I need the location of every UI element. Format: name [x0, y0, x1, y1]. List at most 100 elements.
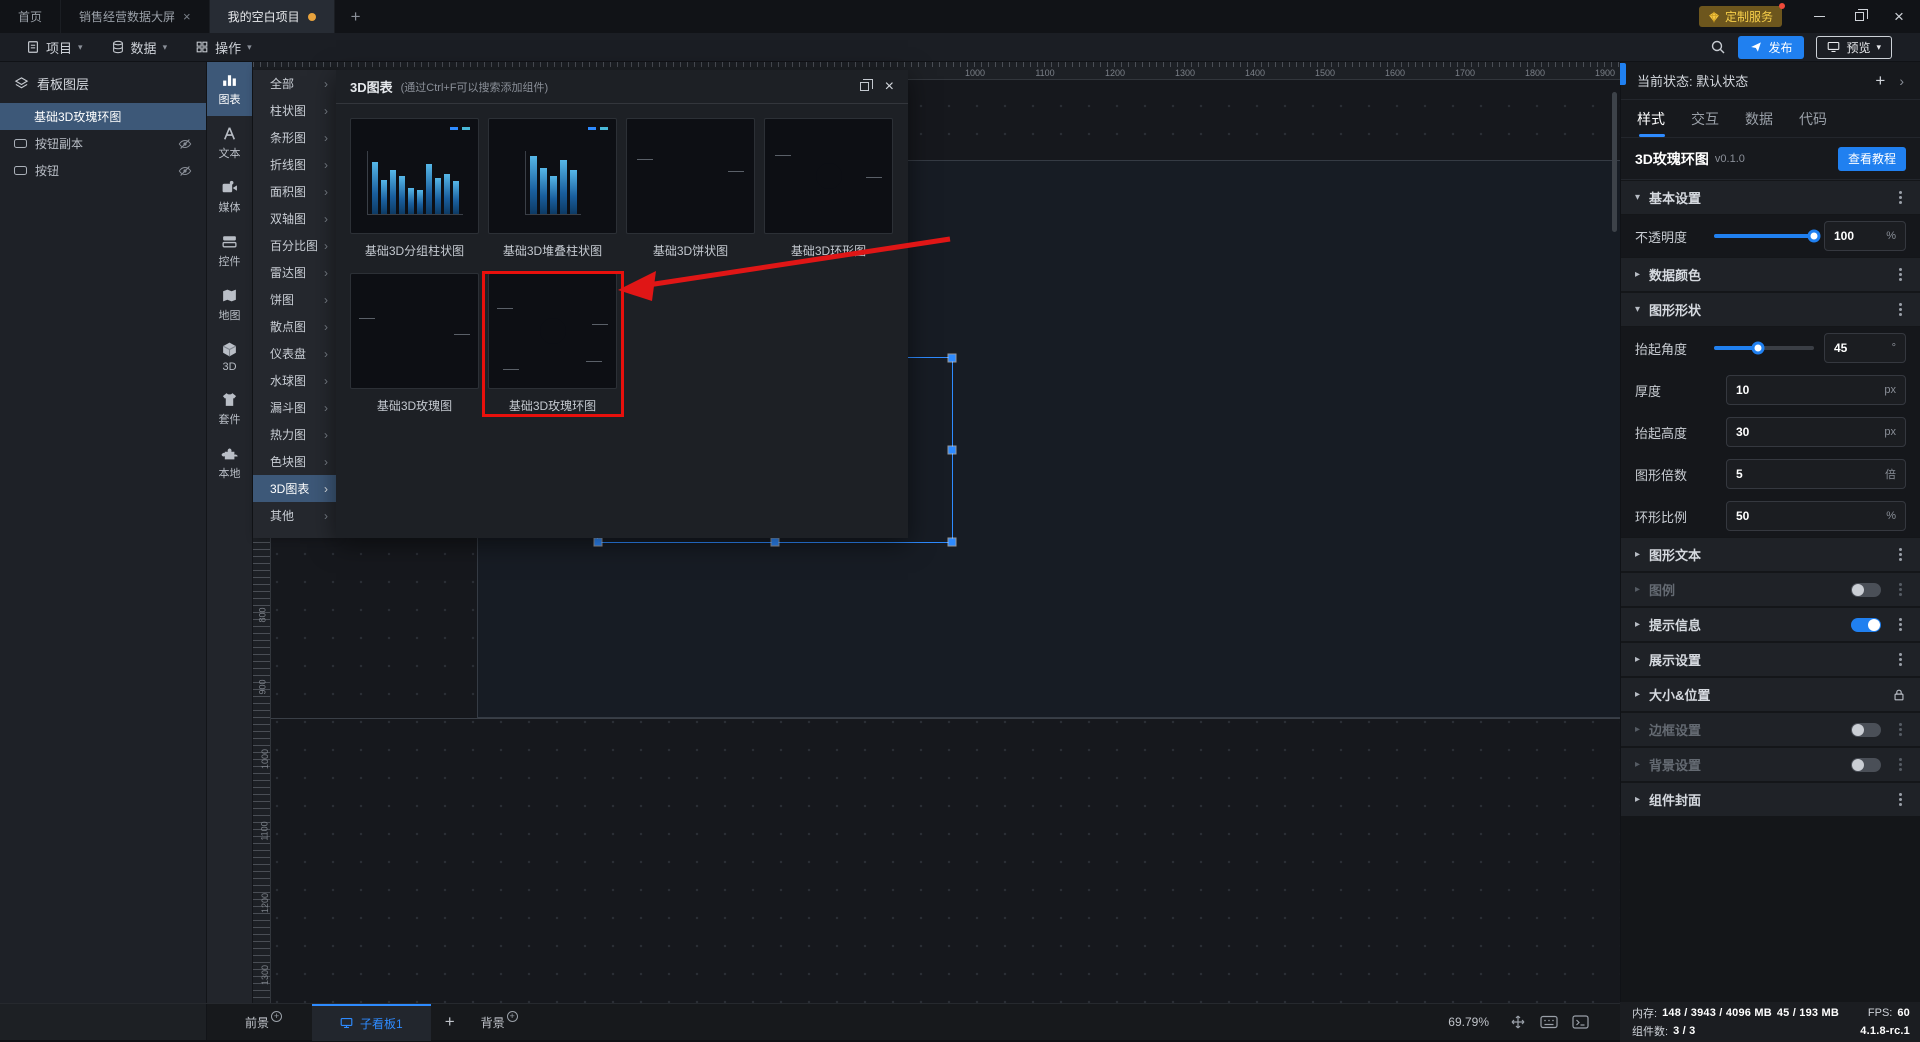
- modal-close-icon[interactable]: ×: [885, 78, 894, 95]
- console-button[interactable]: [1572, 1015, 1589, 1029]
- kebab-menu-icon[interactable]: [1899, 763, 1902, 766]
- new-tab-button[interactable]: +: [335, 0, 377, 33]
- add-circle-icon[interactable]: +: [271, 1010, 283, 1022]
- chart-card-stacked-bar3d[interactable]: 基础3D堆叠柱状图: [488, 118, 617, 259]
- tab-interaction[interactable]: 交互: [1691, 100, 1719, 137]
- section-component-cover[interactable]: ▸ 组件封面: [1621, 782, 1920, 817]
- section-legend[interactable]: ▸ 图例: [1621, 572, 1920, 607]
- eye-off-icon[interactable]: [178, 164, 192, 178]
- zoom-percentage[interactable]: 69.79%: [1448, 1015, 1489, 1029]
- background-button[interactable]: 背景 +: [469, 1010, 530, 1031]
- border-toggle-off[interactable]: [1851, 722, 1881, 737]
- ring-ratio-input[interactable]: [1736, 509, 1887, 523]
- category-all[interactable]: 全部 ›: [253, 70, 336, 97]
- category-dual-axis[interactable]: 双轴图 ›: [253, 205, 336, 232]
- category-radar[interactable]: 雷达图 ›: [253, 259, 336, 286]
- section-size-position[interactable]: ▸ 大小&位置: [1621, 677, 1920, 712]
- legend-toggle-off[interactable]: [1851, 582, 1881, 597]
- tab-data[interactable]: 数据: [1745, 100, 1773, 137]
- menu-operation[interactable]: 操作 ▾: [181, 33, 266, 61]
- kebab-menu-icon[interactable]: [1899, 273, 1902, 276]
- tool-3d[interactable]: 3D: [207, 332, 252, 382]
- category-area[interactable]: 面积图 ›: [253, 178, 336, 205]
- tab-my-blank-project[interactable]: 我的空白项目: [209, 0, 335, 33]
- category-3d-charts[interactable]: 3D图表 ›: [253, 475, 336, 502]
- fit-screen-button[interactable]: [1510, 1014, 1526, 1030]
- category-heatmap[interactable]: 热力图 ›: [253, 421, 336, 448]
- kebab-menu-icon[interactable]: [1899, 196, 1902, 199]
- eye-off-icon[interactable]: [178, 137, 192, 151]
- section-display-settings[interactable]: ▸ 展示设置: [1621, 642, 1920, 677]
- section-basic-settings[interactable]: ▾ 基本设置: [1621, 180, 1920, 215]
- publish-button[interactable]: 发布: [1738, 35, 1805, 59]
- tool-widgets[interactable]: 控件: [207, 224, 252, 278]
- chart-card-grouped-bar3d[interactable]: 基础3D分组柱状图: [350, 118, 479, 259]
- tool-media[interactable]: 媒体: [207, 170, 252, 224]
- multiple-input[interactable]: [1736, 467, 1885, 481]
- tooltip-toggle-on[interactable]: [1851, 617, 1881, 632]
- category-bar[interactable]: 柱状图 ›: [253, 97, 336, 124]
- category-other[interactable]: 其他 ›: [253, 502, 336, 529]
- category-gauge[interactable]: 仪表盘 ›: [253, 340, 336, 367]
- state-value[interactable]: 默认状态: [1696, 71, 1748, 90]
- tab-sales-screen[interactable]: 销售经营数据大屏 ×: [61, 0, 210, 33]
- opacity-slider[interactable]: [1714, 229, 1821, 243]
- section-graphic-shape[interactable]: ▾ 图形形状: [1621, 292, 1920, 327]
- kebab-menu-icon[interactable]: [1899, 623, 1902, 626]
- category-pie[interactable]: 饼图 ›: [253, 286, 336, 313]
- add-board-button[interactable]: +: [431, 1012, 469, 1032]
- kebab-menu-icon[interactable]: [1899, 728, 1902, 731]
- preview-button[interactable]: 预览 ▾: [1816, 35, 1892, 59]
- category-scatter[interactable]: 散点图 ›: [253, 313, 336, 340]
- section-graphic-text[interactable]: ▸ 图形文本: [1621, 537, 1920, 572]
- modal-restore-icon[interactable]: [859, 79, 873, 91]
- resize-handle-ne[interactable]: [947, 353, 957, 363]
- add-state-button[interactable]: +: [1875, 71, 1885, 91]
- kebab-menu-icon[interactable]: [1899, 308, 1902, 311]
- category-line[interactable]: 折线图 ›: [253, 151, 336, 178]
- resize-handle-se[interactable]: [947, 537, 957, 547]
- background-toggle-off[interactable]: [1851, 757, 1881, 772]
- panel-collapse-handle[interactable]: [1620, 63, 1626, 85]
- kebab-menu-icon[interactable]: [1899, 658, 1902, 661]
- section-border-settings[interactable]: ▸ 边框设置: [1621, 712, 1920, 747]
- category-hbar[interactable]: 条形图 ›: [253, 124, 336, 151]
- restore-button[interactable]: [1842, 0, 1876, 33]
- category-funnel[interactable]: 漏斗图 ›: [253, 394, 336, 421]
- kebab-menu-icon[interactable]: [1899, 588, 1902, 591]
- kebab-menu-icon[interactable]: [1899, 798, 1902, 801]
- tab-code[interactable]: 代码: [1799, 100, 1827, 137]
- category-liquid[interactable]: 水球图 ›: [253, 367, 336, 394]
- foreground-button[interactable]: 前景 +: [233, 1010, 294, 1031]
- custom-service-badge[interactable]: 定制服务: [1698, 3, 1785, 27]
- category-percent[interactable]: 百分比图 ›: [253, 232, 336, 259]
- minimize-button[interactable]: [1802, 0, 1836, 33]
- chart-card-ring3d[interactable]: 基础3D环形图: [764, 118, 893, 259]
- layer-item-rose-ring[interactable]: 基础3D玫瑰环图: [0, 103, 206, 130]
- lift-angle-slider[interactable]: [1714, 341, 1814, 355]
- close-button[interactable]: ×: [1882, 0, 1916, 33]
- lock-icon[interactable]: [1892, 688, 1906, 702]
- menu-data[interactable]: 数据 ▾: [97, 33, 182, 61]
- search-icon[interactable]: [1710, 39, 1726, 55]
- view-tutorial-button[interactable]: 查看教程: [1837, 146, 1906, 171]
- lift-angle-input[interactable]: [1834, 341, 1892, 355]
- canvas-scrollbar[interactable]: [1612, 92, 1617, 232]
- tool-text[interactable]: 文本: [207, 116, 252, 170]
- opacity-input[interactable]: [1834, 229, 1887, 243]
- tab-close-icon[interactable]: ×: [183, 9, 191, 24]
- layer-item-button[interactable]: 按钮: [0, 157, 206, 184]
- add-circle-icon[interactable]: +: [506, 1010, 518, 1022]
- section-tooltip[interactable]: ▸ 提示信息: [1621, 607, 1920, 642]
- kebab-menu-icon[interactable]: [1899, 553, 1902, 556]
- resize-handle-sw[interactable]: [593, 537, 603, 547]
- thickness-input[interactable]: [1736, 383, 1885, 397]
- chevron-right-icon[interactable]: ›: [1899, 73, 1904, 89]
- tool-suite[interactable]: 套件: [207, 382, 252, 436]
- category-block[interactable]: 色块图 ›: [253, 448, 336, 475]
- shortcut-keys-button[interactable]: [1540, 1015, 1558, 1029]
- tool-charts[interactable]: 图表: [207, 62, 252, 116]
- board-tab-active[interactable]: 子看板1: [312, 1003, 431, 1041]
- layer-item-button-copy[interactable]: 按钮副本: [0, 130, 206, 157]
- resize-handle-s[interactable]: [770, 537, 780, 547]
